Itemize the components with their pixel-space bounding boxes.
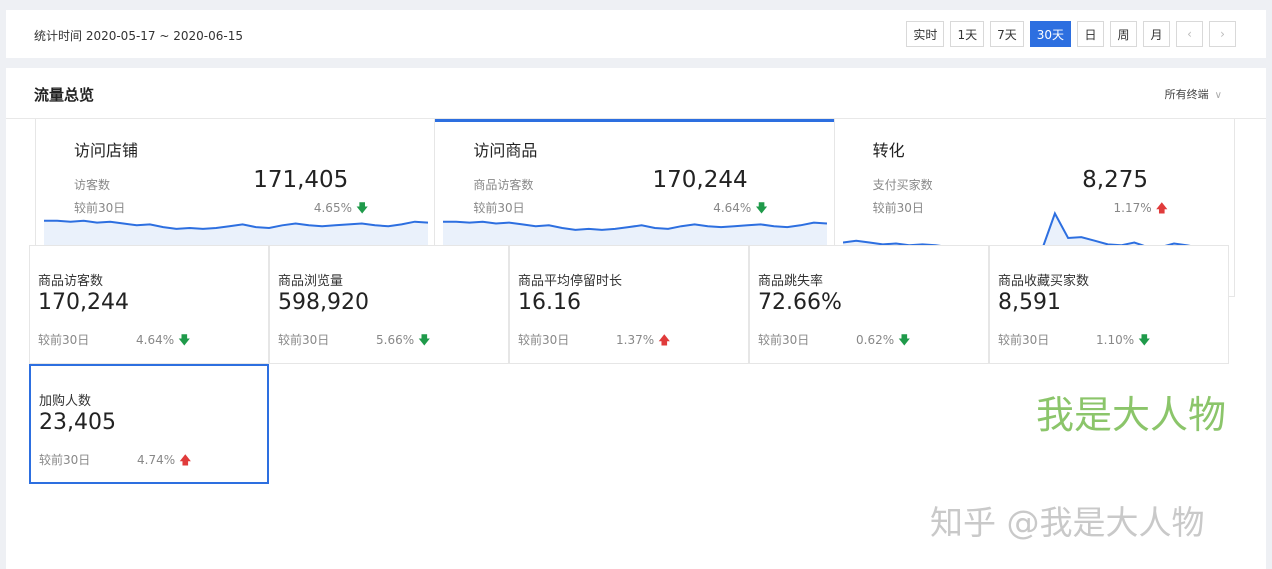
- metric-change-value: 0.62%: [856, 333, 895, 347]
- metric-label: 商品收藏买家数: [998, 274, 1090, 289]
- period-month-button[interactable]: 月: [1143, 21, 1170, 47]
- metric-value: 598,920: [278, 290, 369, 315]
- period-selector: 实时 1天 7天 30天 日 周 月 ‹ ›: [906, 21, 1236, 47]
- date-range-label: 统计时间 2020-05-17 ~ 2020-06-15: [34, 29, 243, 43]
- metric-cell-add-to-cart[interactable]: 加购人数 23,405 较前30日 4.74% 🡅: [29, 364, 269, 484]
- metric-change: 1.10% 🡇: [1096, 331, 1150, 352]
- panel-title: 流量总览: [34, 86, 95, 104]
- metric-compare-label: 较前30日: [758, 333, 810, 347]
- card-title: 访问店铺: [74, 141, 139, 160]
- arrow-down-icon: 🡇: [898, 333, 911, 347]
- watermark-gray: 知乎 @我是大人物: [930, 503, 1205, 542]
- card-value: 171,405: [253, 167, 349, 193]
- metric-value: 23,405: [39, 410, 116, 435]
- metric-label: 商品访客数: [38, 274, 104, 289]
- chevron-right-icon[interactable]: ›: [1209, 21, 1236, 47]
- card-metric-label: 访客数: [74, 178, 111, 192]
- period-day-button[interactable]: 日: [1077, 21, 1104, 47]
- metric-change: 4.64% 🡇: [136, 331, 190, 352]
- watermark-green: 我是大人物: [1036, 393, 1227, 437]
- period-1day-button[interactable]: 1天: [950, 21, 985, 47]
- metric-compare-label: 较前30日: [39, 453, 91, 467]
- metric-label: 商品平均停留时长: [518, 274, 623, 289]
- arrow-up-icon: 🡅: [658, 333, 671, 347]
- metric-cell-page-views[interactable]: 商品浏览量 598,920 较前30日 5.66% 🡇: [269, 245, 509, 364]
- metric-change-value: 1.10%: [1096, 333, 1135, 347]
- metric-compare-label: 较前30日: [998, 333, 1050, 347]
- terminal-dropdown-value: 所有终端: [1164, 88, 1209, 101]
- metric-change: 1.37% 🡅: [616, 331, 670, 352]
- period-week-button[interactable]: 周: [1110, 21, 1137, 47]
- metric-change-value: 4.64%: [136, 333, 175, 347]
- metric-value: 72.66%: [758, 290, 842, 315]
- metric-change-value: 5.66%: [376, 333, 415, 347]
- metric-change-value: 4.74%: [137, 453, 176, 467]
- metric-change: 5.66% 🡇: [376, 331, 430, 352]
- period-realtime-button[interactable]: 实时: [906, 21, 945, 47]
- period-7day-button[interactable]: 7天: [990, 21, 1024, 47]
- metric-label: 商品跳失率: [758, 274, 824, 289]
- chevron-down-icon: ∨: [1214, 90, 1222, 101]
- metric-cell-avg-stay[interactable]: 商品平均停留时长 16.16 较前30日 1.37% 🡅: [509, 245, 749, 364]
- arrow-down-icon: 🡇: [418, 333, 431, 347]
- stats-header: 统计时间 2020-05-17 ~ 2020-06-15 实时 1天 7天 30…: [6, 10, 1266, 58]
- metric-change: 0.62% 🡇: [856, 331, 910, 352]
- card-value: 8,275: [1082, 167, 1148, 193]
- metric-compare-label: 较前30日: [38, 333, 90, 347]
- metric-value: 170,244: [38, 290, 129, 315]
- metric-value: 8,591: [998, 290, 1061, 315]
- metric-change-value: 1.37%: [616, 333, 655, 347]
- metric-cell-favorite-buyers[interactable]: 商品收藏买家数 8,591 较前30日 1.10% 🡇: [989, 245, 1229, 364]
- arrow-up-icon: 🡅: [179, 453, 192, 467]
- card-value: 170,244: [652, 167, 748, 193]
- arrow-down-icon: 🡇: [178, 333, 191, 347]
- period-30day-button[interactable]: 30天: [1029, 21, 1071, 47]
- card-metric-label: 支付买家数: [872, 178, 933, 192]
- metric-cell-product-visitors[interactable]: 商品访客数 170,244 较前30日 4.64% 🡇: [29, 245, 269, 364]
- metric-compare-label: 较前30日: [518, 333, 570, 347]
- card-title: 访问商品: [473, 141, 538, 160]
- metric-label: 加购人数: [39, 394, 92, 409]
- metric-value: 16.16: [518, 290, 581, 315]
- arrow-down-icon: 🡇: [1138, 333, 1151, 347]
- metric-cell-bounce-rate[interactable]: 商品跳失率 72.66% 较前30日 0.62% 🡇: [749, 245, 989, 364]
- card-metric-label: 商品访客数: [473, 178, 534, 192]
- card-title: 转化: [872, 141, 905, 160]
- metric-label: 商品浏览量: [278, 274, 344, 289]
- metric-change: 4.74% 🡅: [137, 451, 191, 472]
- metric-compare-label: 较前30日: [278, 333, 330, 347]
- chevron-left-icon[interactable]: ‹: [1176, 21, 1203, 47]
- terminal-dropdown[interactable]: 所有终端 ∨: [1165, 86, 1222, 102]
